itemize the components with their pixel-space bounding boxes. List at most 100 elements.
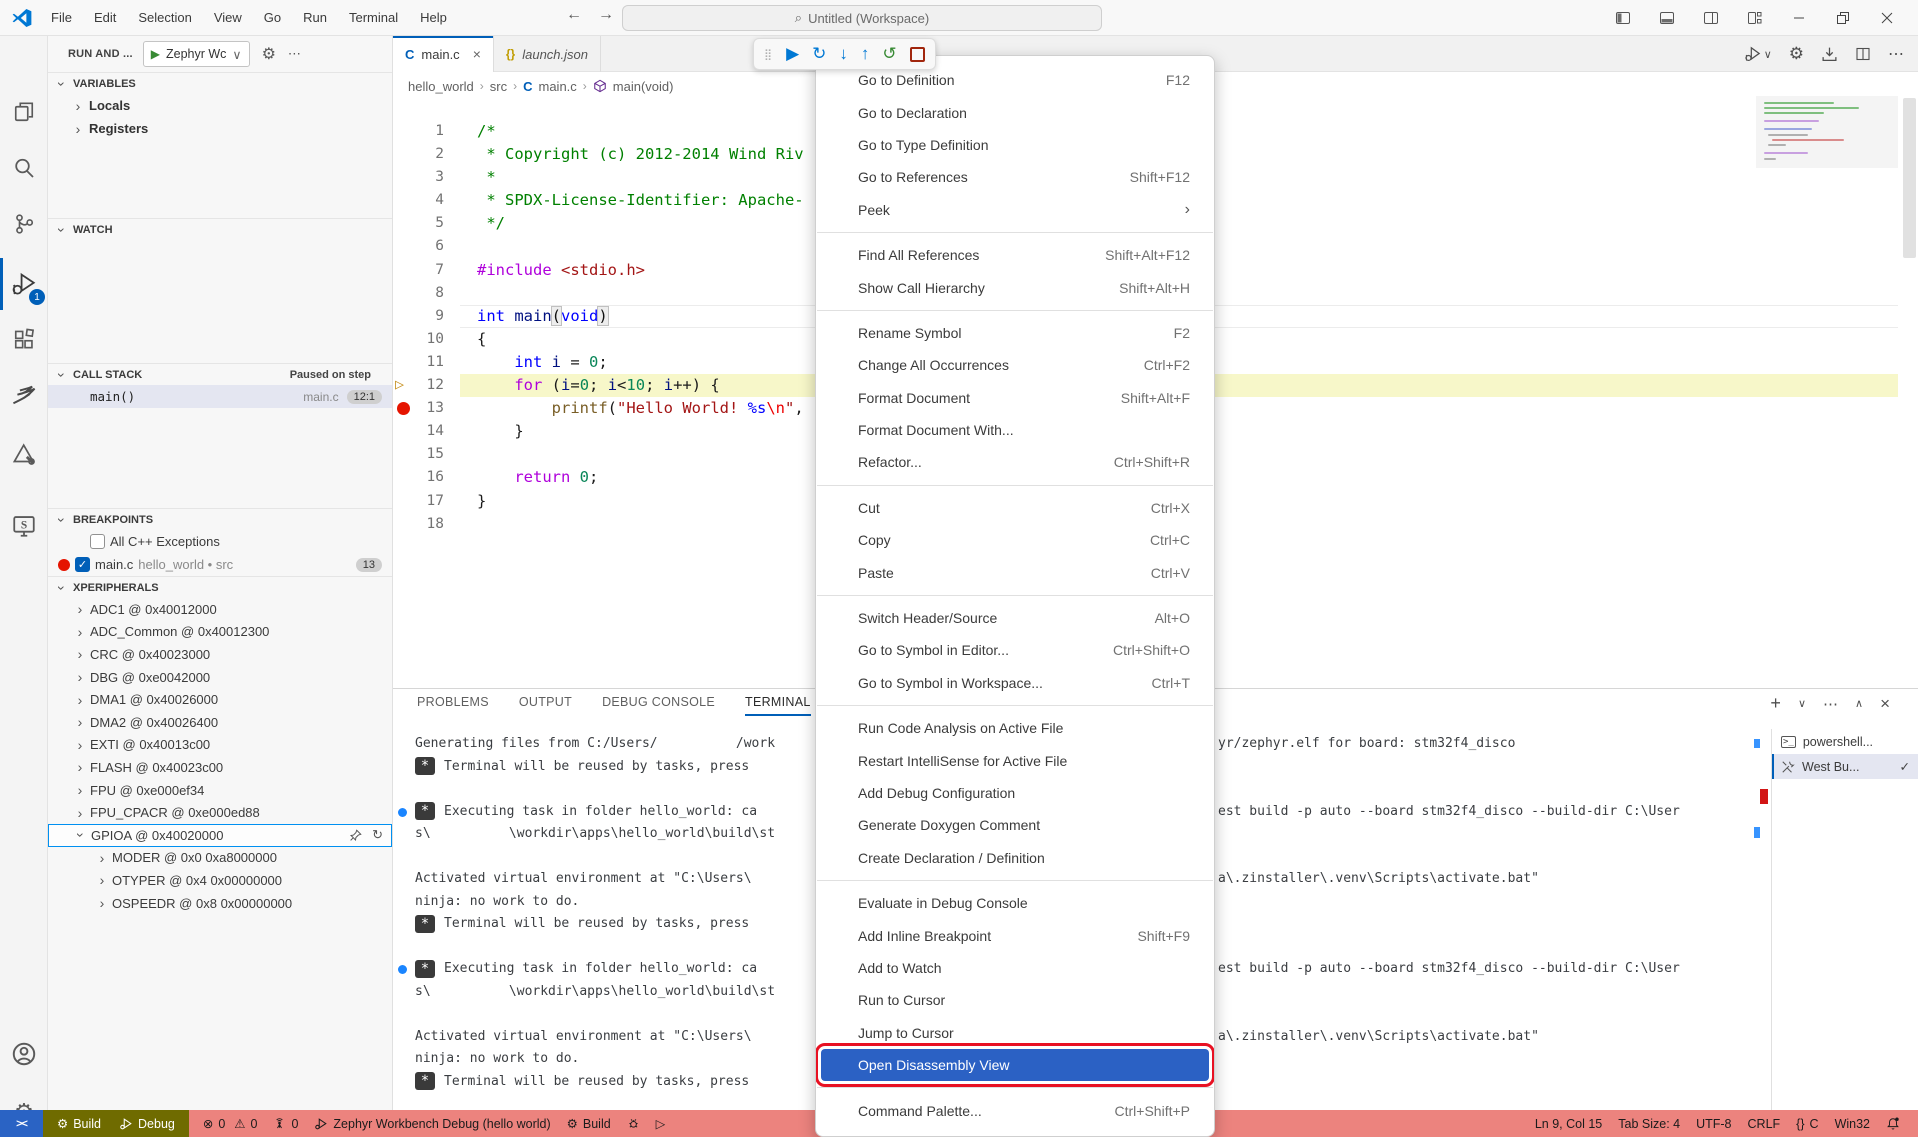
peripheral-dbg[interactable]: ›DBG @ 0xe0042000 [48, 666, 392, 689]
menu-item-paste[interactable]: PasteCtrl+V [816, 556, 1214, 588]
minimize-icon[interactable] [1790, 9, 1808, 27]
editor-scrollbar[interactable] [1903, 98, 1916, 258]
checkbox-checked[interactable]: ✓ [75, 557, 90, 572]
menu-file[interactable]: File [42, 6, 81, 29]
tab-terminal[interactable]: TERMINAL [745, 695, 811, 716]
menu-item-evaluate-in-debug-console[interactable]: Evaluate in Debug Console [816, 887, 1214, 919]
tab-main-c[interactable]: C main.c × [393, 36, 494, 72]
step-out-icon[interactable]: ↑ [861, 44, 870, 64]
menu-item-refactor[interactable]: Refactor...Ctrl+Shift+R [816, 446, 1214, 478]
peripheral-exti[interactable]: ›EXTI @ 0x40013c00 [48, 734, 392, 757]
menu-item-restart-intellisense-for-active-file[interactable]: Restart IntelliSense for Active File [816, 744, 1214, 776]
account-icon[interactable] [0, 1030, 48, 1078]
menu-selection[interactable]: Selection [129, 6, 200, 29]
peripheral-gpioa[interactable]: ›GPIOA @ 0x40020000↻ [48, 824, 392, 847]
section-watch[interactable]: › WATCH [48, 218, 392, 240]
back-icon[interactable]: ← [566, 6, 582, 24]
status-debug-button[interactable]: Debug [119, 1117, 175, 1131]
search-view-icon[interactable] [0, 144, 48, 192]
tab-problems[interactable]: PROBLEMS [417, 695, 489, 716]
peripheral-dma1[interactable]: ›DMA1 @ 0x40026000 [48, 688, 392, 711]
breadcrumb-folder[interactable]: hello_world [408, 79, 474, 94]
menu-go[interactable]: Go [255, 6, 290, 29]
menu-terminal[interactable]: Terminal [340, 6, 407, 29]
close-window-icon[interactable] [1878, 9, 1896, 27]
breadcrumb-file[interactable]: main.c [539, 79, 577, 94]
menu-item-format-document-with[interactable]: Format Document With... [816, 414, 1214, 446]
restore-icon[interactable] [1834, 9, 1852, 27]
toggle-secondary-sidebar-icon[interactable] [1702, 9, 1720, 27]
breakpoint-main-c[interactable]: ✓ main.c hello_world • src 13 [48, 553, 392, 576]
editor-more-icon[interactable]: ⋯ [1888, 44, 1904, 64]
command-center-search[interactable]: ⌕ Untitled (Workspace) [622, 5, 1102, 31]
menu-item-jump-to-cursor[interactable]: Jump to Cursor [816, 1017, 1214, 1049]
bug-icon[interactable] [627, 1117, 640, 1130]
run-debug-icon[interactable]: 1 [0, 260, 48, 308]
breadcrumb-symbol[interactable]: main(void) [613, 79, 674, 94]
peripheral-crc[interactable]: ›CRC @ 0x40023000 [48, 643, 392, 666]
menu-item-run-to-cursor[interactable]: Run to Cursor [816, 984, 1214, 1016]
tab-debug-console[interactable]: DEBUG CONSOLE [602, 695, 715, 716]
encoding[interactable]: UTF-8 [1696, 1117, 1731, 1131]
stop-icon[interactable] [910, 47, 925, 62]
step-over-icon[interactable]: ↻ [812, 44, 826, 64]
debug-tools-icon[interactable] [0, 430, 48, 478]
menu-item-command-palette[interactable]: Command Palette...Ctrl+Shift+P [816, 1094, 1214, 1126]
peripheral-flash[interactable]: ›FLASH @ 0x40023c00 [48, 756, 392, 779]
customize-layout-icon[interactable] [1746, 9, 1764, 27]
status-build2-button[interactable]: ⚙ Build [567, 1116, 611, 1131]
run-icon[interactable]: ▷ [656, 1116, 666, 1131]
peripheral-moder[interactable]: ›MODER @ 0x0 0xa8000000 [48, 847, 392, 870]
start-debug-icon[interactable]: ▶ [151, 47, 160, 61]
terminal-item-west-build[interactable]: West Bu... ✓ [1772, 754, 1918, 779]
variables-registers[interactable]: › Registers [48, 117, 392, 140]
menu-item-generate-doxygen-comment[interactable]: Generate Doxygen Comment [816, 809, 1214, 841]
breakpoint-all-exceptions[interactable]: All C++ Exceptions [48, 530, 392, 553]
indentation[interactable]: Tab Size: 4 [1618, 1117, 1680, 1131]
peripheral-adc1[interactable]: ›ADC1 @ 0x40012000 [48, 598, 392, 621]
tab-launch-json[interactable]: {} launch.json [494, 36, 601, 72]
restart-icon[interactable]: ↺ [882, 44, 896, 64]
menu-item-format-document[interactable]: Format DocumentShift+Alt+F [816, 382, 1214, 414]
configure-gear-icon[interactable]: ⚙ [262, 44, 276, 64]
split-editor-icon[interactable] [1855, 46, 1871, 62]
terminal-dropdown-icon[interactable]: ∨ [1798, 697, 1806, 710]
peripheral-ospeedr[interactable]: ›OSPEEDR @ 0x8 0x00000000 [48, 892, 392, 915]
menu-edit[interactable]: Edit [85, 6, 125, 29]
section-variables[interactable]: › VARIABLES [48, 72, 392, 94]
extensions-icon[interactable] [0, 316, 48, 364]
menu-item-go-to-declaration[interactable]: Go to Declaration [816, 96, 1214, 128]
peripheral-fpu[interactable]: ›FPU @ 0xe000ef34 [48, 779, 392, 802]
problems-status[interactable]: ⊗0 ⚠0 [203, 1116, 258, 1131]
peripheral-fpu-cpacr[interactable]: ›FPU_CPACR @ 0xe000ed88 [48, 801, 392, 824]
step-into-icon[interactable]: ↓ [839, 44, 848, 64]
menu-item-change-all-occurrences[interactable]: Change All OccurrencesCtrl+F2 [816, 349, 1214, 381]
menu-item-go-to-symbol-in-editor[interactable]: Go to Symbol in Editor...Ctrl+Shift+O [816, 634, 1214, 666]
menu-item-find-all-references[interactable]: Find All ReferencesShift+Alt+F12 [816, 239, 1214, 271]
source-control-icon[interactable] [0, 200, 48, 248]
pin-icon[interactable] [349, 829, 362, 842]
drag-handle-icon[interactable]: ⣿ [764, 48, 773, 61]
menu-item-open-disassembly-view[interactable]: Open Disassembly View [821, 1049, 1209, 1081]
toggle-panel-icon[interactable] [1658, 9, 1676, 27]
menu-item-show-call-hierarchy[interactable]: Show Call HierarchyShift+Alt+H [816, 271, 1214, 303]
section-xperipherals[interactable]: › XPERIPHERALS [48, 576, 392, 598]
menu-item-create-declaration-definition[interactable]: Create Declaration / Definition [816, 842, 1214, 874]
checkbox-unchecked[interactable] [90, 534, 105, 549]
status-build-button[interactable]: ⚙ Build [57, 1116, 101, 1131]
peripheral-dma2[interactable]: ›DMA2 @ 0x40026400 [48, 711, 392, 734]
menu-item-run-code-analysis-on-active-file[interactable]: Run Code Analysis on Active File [816, 712, 1214, 744]
menu-item-add-debug-configuration[interactable]: Add Debug Configuration [816, 777, 1214, 809]
notifications-bell-icon[interactable] [1886, 1117, 1900, 1131]
new-terminal-icon[interactable]: + [1770, 693, 1781, 714]
section-call-stack[interactable]: › CALL STACK Paused on step [48, 363, 392, 385]
explorer-icon[interactable] [0, 88, 48, 136]
section-breakpoints[interactable]: › BREAKPOINTS [48, 508, 392, 530]
serial-monitor-icon[interactable]: S [0, 502, 48, 550]
peripheral-adc-common[interactable]: ›ADC_Common @ 0x40012300 [48, 621, 392, 644]
menu-item-rename-symbol[interactable]: Rename SymbolF2 [816, 317, 1214, 349]
tab-output[interactable]: OUTPUT [519, 695, 572, 716]
views-more-icon[interactable]: ⋯ [288, 46, 302, 62]
menu-item-go-to-symbol-in-workspace[interactable]: Go to Symbol in Workspace...Ctrl+T [816, 667, 1214, 699]
close-panel-icon[interactable]: × [1880, 694, 1890, 714]
